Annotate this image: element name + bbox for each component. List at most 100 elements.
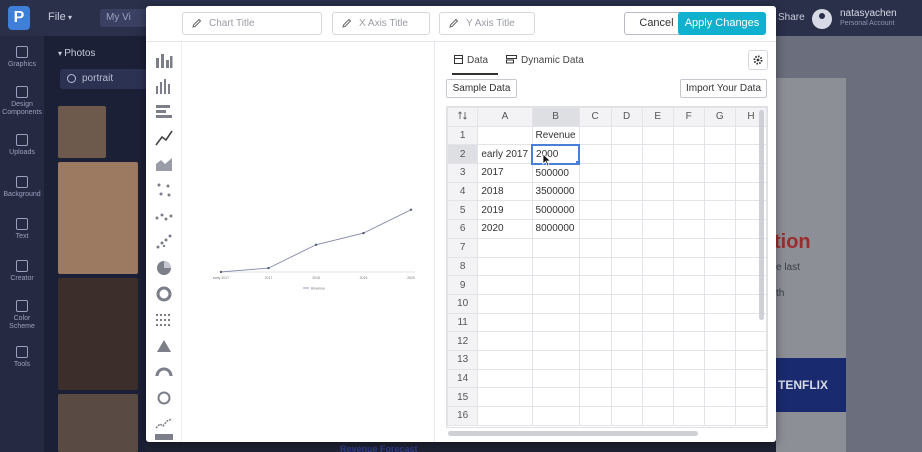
chart-type-horizontal-bar[interactable] bbox=[154, 102, 174, 122]
spreadsheet-cell[interactable] bbox=[641, 181, 674, 202]
spreadsheet-cell[interactable] bbox=[610, 406, 643, 426]
spreadsheet-cell[interactable] bbox=[641, 200, 674, 221]
spreadsheet-cell[interactable] bbox=[610, 237, 643, 258]
spreadsheet-cell[interactable] bbox=[477, 275, 533, 295]
spreadsheet-cell[interactable] bbox=[578, 406, 612, 426]
spreadsheet-cell[interactable] bbox=[610, 256, 643, 277]
spreadsheet-cell[interactable] bbox=[610, 219, 643, 239]
nav-creator[interactable]: Creator bbox=[0, 260, 44, 283]
row-header[interactable]: 13 bbox=[447, 349, 479, 370]
spreadsheet-cell[interactable] bbox=[672, 181, 705, 202]
row-header[interactable]: 1 bbox=[447, 125, 479, 146]
horizontal-scrollbar[interactable] bbox=[448, 431, 698, 436]
spreadsheet-cell[interactable] bbox=[477, 256, 533, 277]
tab-dynamic-data[interactable]: Dynamic Data bbox=[506, 55, 584, 66]
spreadsheet-cell[interactable] bbox=[578, 368, 612, 389]
spreadsheet-cell[interactable]: 5000000 bbox=[531, 200, 580, 221]
chart-type-bar[interactable] bbox=[154, 50, 174, 70]
chart-type-grid[interactable] bbox=[154, 310, 174, 330]
spreadsheet-cell[interactable] bbox=[703, 219, 736, 239]
spreadsheet-cell[interactable] bbox=[610, 368, 643, 389]
spreadsheet-cell[interactable] bbox=[578, 293, 612, 314]
spreadsheet-cell[interactable] bbox=[703, 256, 736, 277]
apply-changes-button[interactable]: Apply Changes bbox=[678, 12, 766, 35]
file-menu[interactable]: File bbox=[48, 11, 72, 23]
spreadsheet-cell[interactable] bbox=[531, 368, 580, 389]
spreadsheet-cell[interactable] bbox=[610, 200, 643, 221]
y-axis-title-input[interactable]: Y Axis Title bbox=[439, 12, 535, 35]
row-header[interactable]: 15 bbox=[447, 387, 479, 407]
spreadsheet-cell[interactable] bbox=[610, 163, 643, 183]
spreadsheet-cell[interactable] bbox=[734, 368, 767, 389]
spreadsheet-cell[interactable] bbox=[578, 256, 612, 277]
spreadsheet-cell[interactable] bbox=[672, 368, 705, 389]
chart-type-gauge[interactable] bbox=[154, 362, 174, 382]
spreadsheet-cell[interactable] bbox=[578, 349, 612, 370]
spreadsheet-cell[interactable] bbox=[531, 406, 580, 426]
row-header[interactable]: 16 bbox=[447, 406, 479, 426]
app-logo[interactable]: P bbox=[8, 6, 30, 30]
spreadsheet-cell[interactable] bbox=[672, 256, 705, 277]
spreadsheet-cell[interactable] bbox=[641, 312, 674, 333]
spreadsheet-cell[interactable] bbox=[734, 349, 767, 370]
spreadsheet-cell[interactable] bbox=[477, 331, 533, 351]
spreadsheet-cell[interactable]: 500000 bbox=[531, 163, 580, 183]
spreadsheet-cell[interactable] bbox=[641, 237, 674, 258]
row-header[interactable]: 7 bbox=[447, 237, 479, 258]
spreadsheet-cell[interactable] bbox=[578, 331, 612, 351]
spreadsheet-cell[interactable] bbox=[703, 200, 736, 221]
chart-type-scatter[interactable] bbox=[154, 180, 174, 200]
nav-background[interactable]: Background bbox=[0, 176, 44, 199]
spreadsheet-cell[interactable] bbox=[578, 181, 612, 202]
spreadsheet-cell[interactable] bbox=[610, 331, 643, 351]
spreadsheet-cell[interactable] bbox=[477, 349, 533, 370]
spreadsheet-cell[interactable] bbox=[531, 237, 580, 258]
spreadsheet-cell[interactable] bbox=[578, 387, 612, 407]
column-header[interactable]: D bbox=[610, 107, 643, 127]
spreadsheet-cell[interactable] bbox=[703, 387, 736, 407]
nav-design-components[interactable]: Design Components bbox=[0, 86, 44, 117]
spreadsheet-cell[interactable] bbox=[734, 387, 767, 407]
chart-type-radial[interactable] bbox=[154, 388, 174, 408]
spreadsheet-cell[interactable] bbox=[531, 312, 580, 333]
spreadsheet-cell[interactable] bbox=[531, 387, 580, 407]
column-header[interactable]: C bbox=[578, 107, 612, 127]
spreadsheet-cell[interactable]: 2020 bbox=[477, 219, 533, 239]
spreadsheet-cell[interactable] bbox=[734, 406, 767, 426]
row-header[interactable]: 3 bbox=[447, 163, 479, 183]
photo-thumbnail[interactable] bbox=[58, 162, 138, 274]
spreadsheet-cell[interactable]: 8000000 bbox=[531, 219, 580, 239]
spreadsheet-cell[interactable] bbox=[641, 275, 674, 295]
spreadsheet-cell[interactable] bbox=[703, 368, 736, 389]
import-data-button[interactable]: Import Your Data bbox=[680, 79, 767, 98]
column-header[interactable]: B bbox=[531, 107, 580, 127]
spreadsheet-cell[interactable] bbox=[703, 125, 736, 146]
spreadsheet-cell[interactable] bbox=[578, 163, 612, 183]
row-header[interactable]: 10 bbox=[447, 293, 479, 314]
spreadsheet-cell[interactable]: 2019 bbox=[477, 200, 533, 221]
spreadsheet-cell[interactable] bbox=[578, 312, 612, 333]
spreadsheet-cell[interactable] bbox=[531, 293, 580, 314]
spreadsheet-cell[interactable] bbox=[531, 256, 580, 277]
spreadsheet-cell[interactable] bbox=[477, 293, 533, 314]
spreadsheet-cell[interactable]: 2017 bbox=[477, 163, 533, 183]
tab-data[interactable]: Data bbox=[454, 55, 488, 66]
spreadsheet-cell[interactable] bbox=[610, 312, 643, 333]
spreadsheet-cell[interactable] bbox=[703, 406, 736, 426]
spreadsheet-cell[interactable] bbox=[578, 237, 612, 258]
spreadsheet-cell[interactable] bbox=[641, 256, 674, 277]
spreadsheet-cell[interactable] bbox=[672, 293, 705, 314]
spreadsheet-cell[interactable]: early 2017 bbox=[477, 144, 533, 165]
spreadsheet-cell[interactable] bbox=[641, 387, 674, 407]
spreadsheet-cell[interactable] bbox=[703, 312, 736, 333]
sample-data-button[interactable]: Sample Data bbox=[446, 79, 517, 98]
chart-type-donut[interactable] bbox=[154, 284, 174, 304]
select-all-corner[interactable] bbox=[447, 107, 479, 127]
spreadsheet-cell[interactable] bbox=[672, 125, 705, 146]
spreadsheet-cell[interactable] bbox=[672, 200, 705, 221]
chart-type-pie[interactable] bbox=[154, 258, 174, 278]
spreadsheet-cell[interactable] bbox=[477, 312, 533, 333]
column-header[interactable]: A bbox=[477, 107, 533, 127]
spreadsheet-cell[interactable] bbox=[578, 144, 612, 165]
spreadsheet-cell[interactable] bbox=[703, 331, 736, 351]
